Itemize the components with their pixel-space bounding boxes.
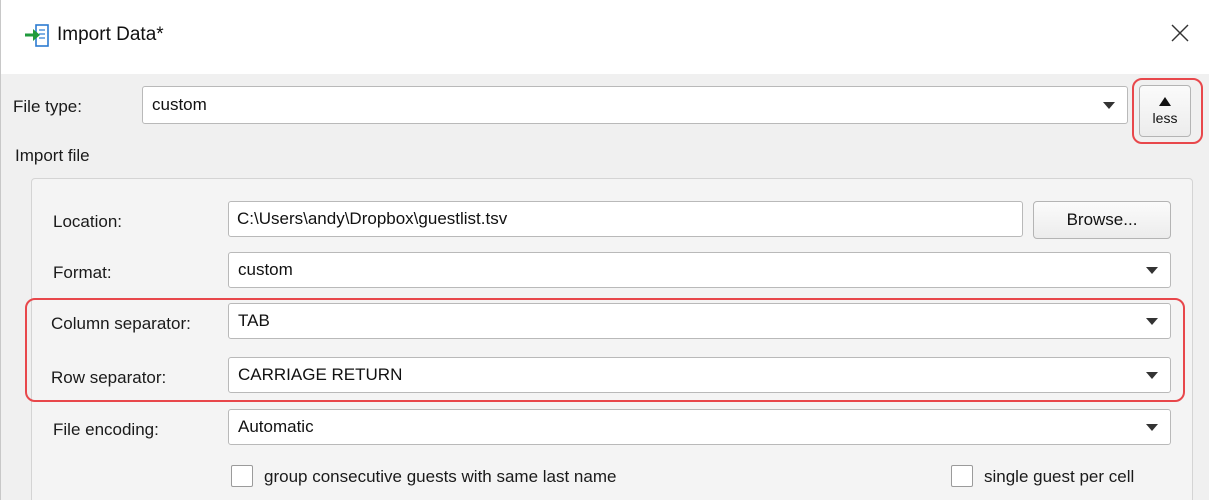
file-encoding-select[interactable]: Automatic (228, 409, 1171, 445)
column-separator-label: Column separator: (51, 314, 191, 333)
chevron-down-icon (1134, 358, 1170, 392)
row-separator-select[interactable]: CARRIAGE RETURN (228, 357, 1171, 393)
file-encoding-value: Automatic (238, 417, 314, 436)
chevron-down-icon (1091, 87, 1127, 123)
file-type-value: custom (152, 95, 207, 114)
location-value: C:\Users\andy\Dropbox\guestlist.tsv (237, 209, 508, 228)
chevron-down-icon (1134, 253, 1170, 287)
file-type-select[interactable]: custom (142, 86, 1128, 124)
less-button-label: less (1152, 109, 1178, 126)
close-button[interactable] (1161, 18, 1199, 52)
group-guests-checkbox[interactable] (231, 465, 253, 487)
group-guests-label: group consecutive guests with same last … (264, 467, 617, 486)
dialog-title: Import Data* (57, 24, 164, 45)
format-value: custom (238, 260, 293, 279)
file-type-label: File type: (13, 97, 82, 116)
row-separator-value: CARRIAGE RETURN (238, 365, 403, 384)
location-input[interactable]: C:\Users\andy\Dropbox\guestlist.tsv (228, 201, 1023, 237)
single-guest-checkbox[interactable] (951, 465, 973, 487)
browse-button[interactable]: Browse... (1033, 201, 1171, 239)
column-separator-value: TAB (238, 311, 270, 330)
format-label: Format: (53, 263, 112, 282)
title-bar: Import Data* (1, 0, 1209, 74)
single-guest-label: single guest per cell (984, 467, 1135, 486)
file-encoding-label: File encoding: (53, 420, 159, 439)
chevron-down-icon (1134, 304, 1170, 338)
row-separator-label: Row separator: (51, 368, 167, 387)
import-arrow-icon (23, 22, 51, 50)
column-separator-select[interactable]: TAB (228, 303, 1171, 339)
import-data-dialog: Import Data* File type: custom less Impo… (0, 0, 1209, 500)
format-select[interactable]: custom (228, 252, 1171, 288)
triangle-up-icon (1159, 96, 1171, 106)
location-label: Location: (53, 212, 122, 231)
less-button[interactable]: less (1139, 85, 1191, 137)
import-file-section-label: Import file (15, 146, 90, 165)
chevron-down-icon (1134, 410, 1170, 444)
close-x-icon (1170, 23, 1190, 48)
